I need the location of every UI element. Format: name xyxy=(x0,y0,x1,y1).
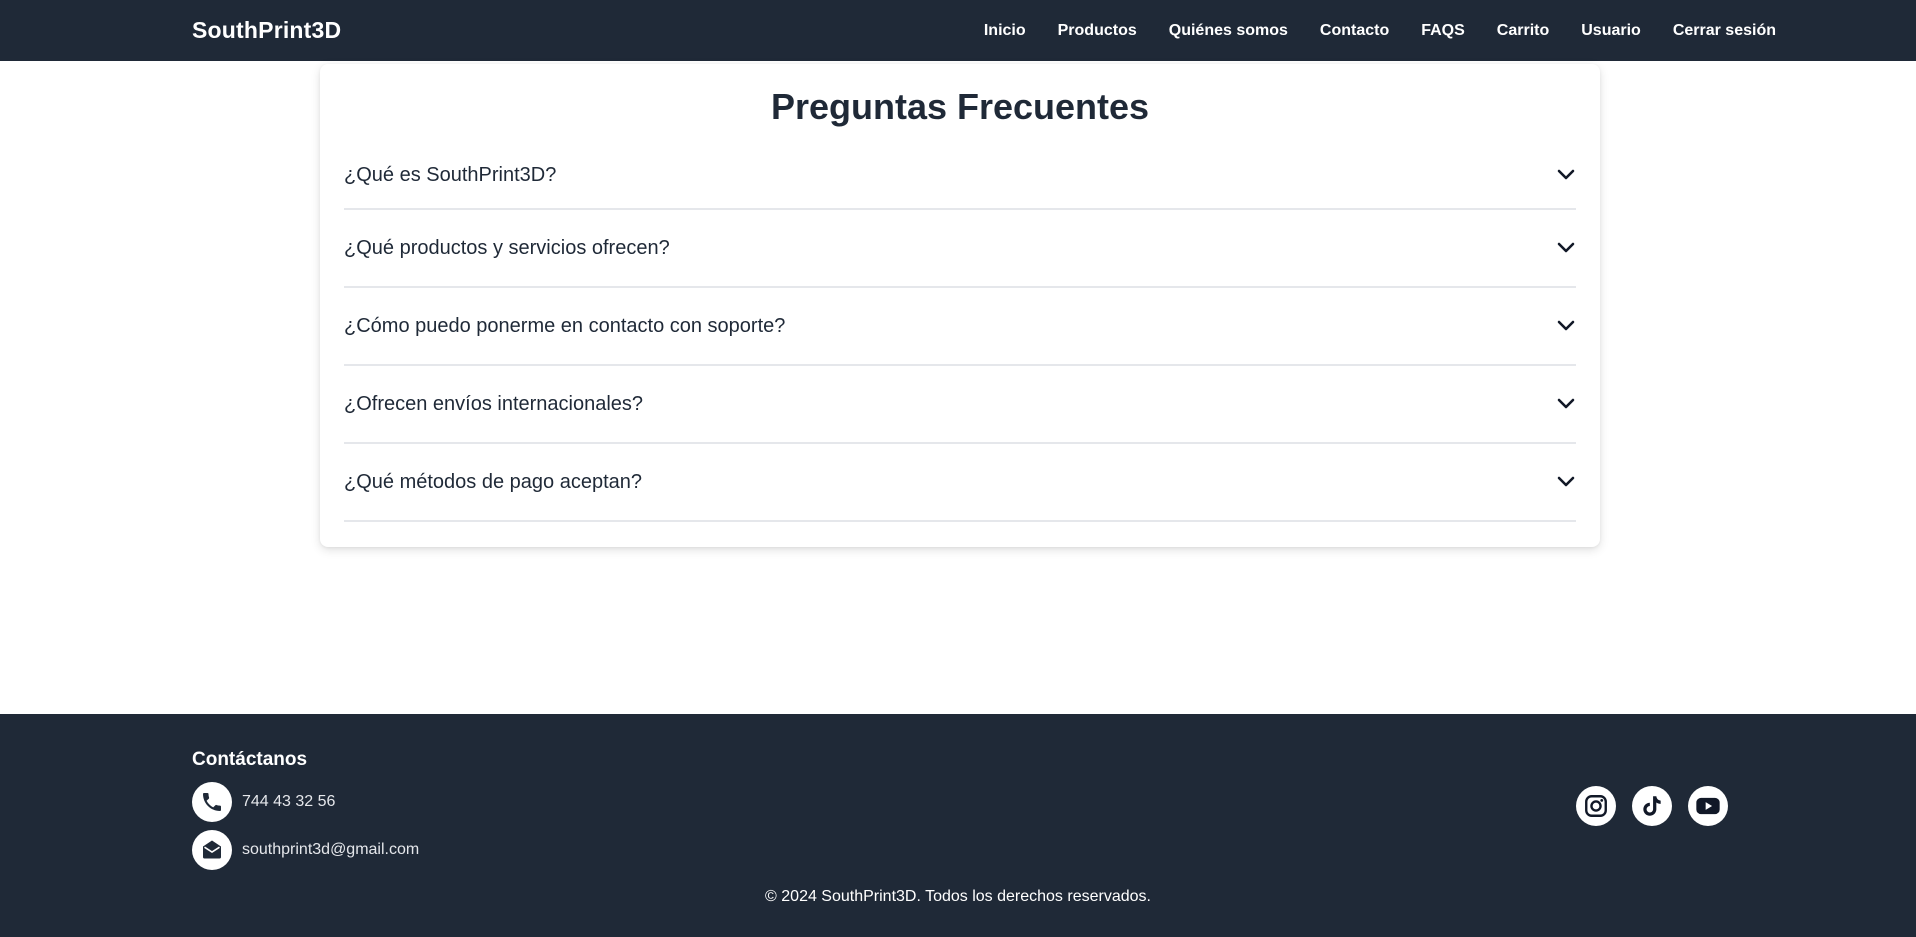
nav-contacto[interactable]: Contacto xyxy=(1320,22,1389,40)
nav-quienes-somos[interactable]: Quiénes somos xyxy=(1169,22,1288,40)
chevron-down-icon[interactable] xyxy=(1556,165,1576,185)
email-address[interactable]: southprint3d@gmail.com xyxy=(242,841,419,859)
faq-item-4[interactable]: ¿Ofrecen envíos internacionales? xyxy=(344,366,1576,444)
chevron-down-icon[interactable] xyxy=(1556,316,1576,336)
chevron-down-icon[interactable] xyxy=(1556,238,1576,258)
faq-question: ¿Cómo puedo ponerme en contacto con sopo… xyxy=(344,314,786,337)
faq-card: Preguntas Frecuentes ¿Qué es SouthPrint3… xyxy=(320,64,1600,547)
tiktok-icon[interactable] xyxy=(1632,786,1672,826)
copyright: © 2024 SouthPrint3D. Todos los derechos … xyxy=(765,888,1151,905)
contact-email: southprint3d@gmail.com xyxy=(192,830,419,870)
nav-inicio[interactable]: Inicio xyxy=(984,22,1026,40)
faq-item-1[interactable]: ¿Qué es SouthPrint3D? xyxy=(344,142,1576,210)
faq-item-5[interactable]: ¿Qué métodos de pago aceptan? xyxy=(344,444,1576,522)
faq-question: ¿Qué es SouthPrint3D? xyxy=(344,163,557,186)
brand-logo[interactable]: SouthPrint3D xyxy=(192,17,341,44)
page-title: Preguntas Frecuentes xyxy=(770,86,1150,127)
nav-links: Inicio Productos Quiénes somos Contacto … xyxy=(984,22,1776,40)
footer: Contáctanos 744 43 32 56 southprint3d@gm… xyxy=(0,714,1916,937)
faq-question: ¿Qué métodos de pago aceptan? xyxy=(344,470,642,493)
contact-phone: 744 43 32 56 xyxy=(192,782,335,822)
faq-question: ¿Qué productos y servicios ofrecen? xyxy=(344,236,670,259)
nav-usuario[interactable]: Usuario xyxy=(1581,22,1641,40)
navbar: SouthPrint3D Inicio Productos Quiénes so… xyxy=(0,0,1916,61)
mail-icon xyxy=(192,830,232,870)
contact-title: Contáctanos xyxy=(192,749,308,770)
nav-cerrar-sesion[interactable]: Cerrar sesión xyxy=(1673,22,1776,40)
faq-question: ¿Ofrecen envíos internacionales? xyxy=(344,392,644,415)
chevron-down-icon[interactable] xyxy=(1556,472,1576,492)
phone-number: 744 43 32 56 xyxy=(242,793,336,810)
faq-item-2[interactable]: ¿Qué productos y servicios ofrecen? xyxy=(344,210,1576,288)
nav-productos[interactable]: Productos xyxy=(1058,22,1137,40)
phone-icon xyxy=(192,782,232,822)
faq-item-3[interactable]: ¿Cómo puedo ponerme en contacto con sopo… xyxy=(344,288,1576,366)
instagram-icon[interactable] xyxy=(1576,786,1616,826)
youtube-icon[interactable] xyxy=(1688,786,1728,826)
nav-faqs[interactable]: FAQS xyxy=(1421,22,1465,40)
nav-carrito[interactable]: Carrito xyxy=(1497,22,1549,40)
social-links xyxy=(1576,786,1728,826)
chevron-down-icon[interactable] xyxy=(1556,394,1576,414)
